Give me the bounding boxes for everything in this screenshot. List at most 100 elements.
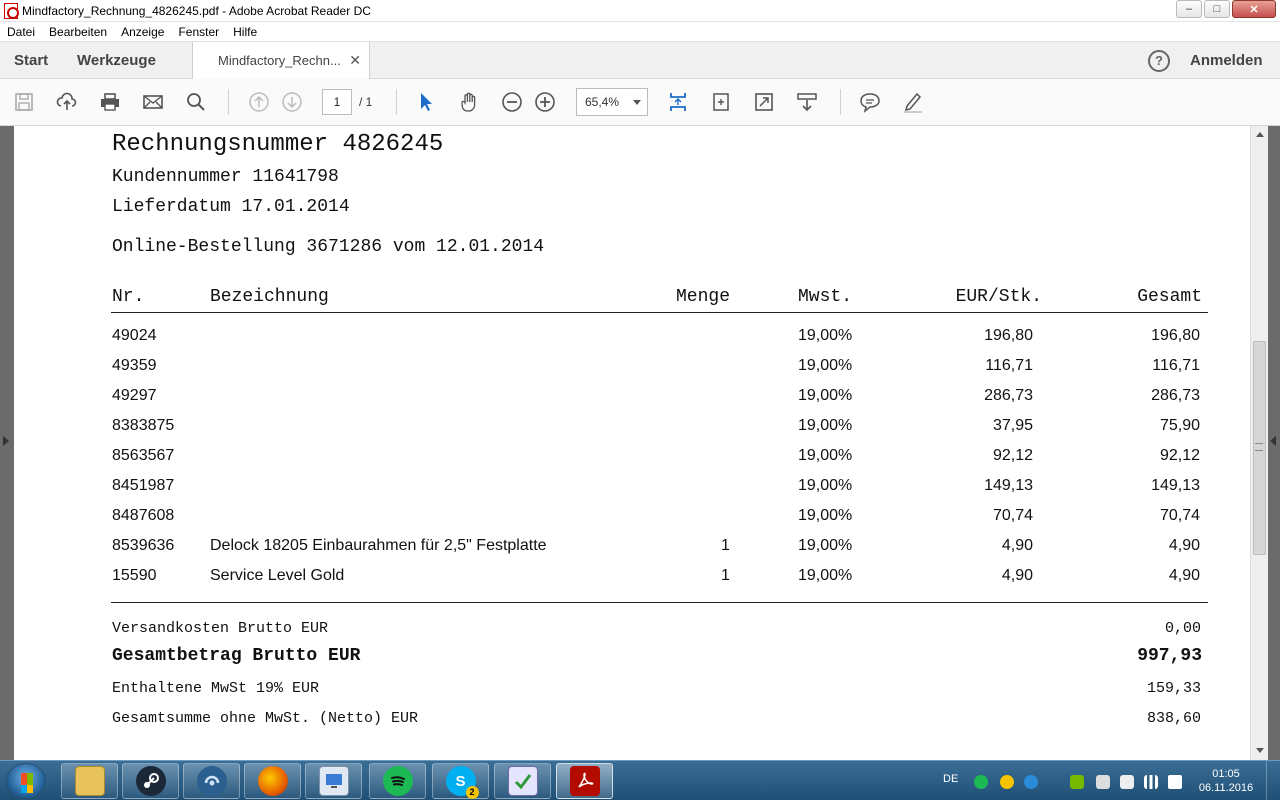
table-row: 8487608 19,00% 70,74 70,74 bbox=[14, 507, 1250, 529]
tab-tools[interactable]: Werkzeuge bbox=[77, 52, 156, 69]
help-icon[interactable]: ? bbox=[1148, 50, 1170, 72]
row-description: Delock 18205 Einbaurahmen für 2,5" Festp… bbox=[210, 537, 547, 554]
minimize-button[interactable]: – bbox=[1176, 0, 1202, 18]
row-unit-price: 286,73 bbox=[984, 387, 1033, 404]
taskbar-explorer[interactable] bbox=[61, 763, 118, 799]
menu-anzeige[interactable]: Anzeige bbox=[114, 25, 171, 39]
taskbar-remote-desktop[interactable] bbox=[305, 763, 362, 799]
previous-page-icon[interactable] bbox=[247, 90, 271, 114]
table-row: 15590 Service Level Gold 1 19,00% 4,90 4… bbox=[14, 567, 1250, 589]
zoom-out-icon[interactable] bbox=[500, 90, 524, 114]
highlight-pen-icon[interactable] bbox=[901, 90, 925, 114]
spotify-tray-icon[interactable] bbox=[974, 775, 988, 789]
language-indicator[interactable]: DE bbox=[943, 773, 958, 785]
menu-bearbeiten[interactable]: Bearbeiten bbox=[42, 25, 114, 39]
close-button[interactable]: ✕ bbox=[1232, 0, 1276, 18]
row-unit-price: 70,74 bbox=[992, 507, 1033, 524]
menu-fenster[interactable]: Fenster bbox=[171, 25, 226, 39]
scroll-up-icon[interactable] bbox=[1256, 132, 1264, 137]
taskbar-acrobat[interactable] bbox=[556, 763, 613, 799]
header-total: Gesamt bbox=[1137, 287, 1202, 307]
scroll-mode-icon[interactable] bbox=[795, 90, 819, 114]
row-nr: 15590 bbox=[112, 567, 157, 584]
vertical-scrollbar[interactable] bbox=[1250, 126, 1268, 760]
row-vat: 19,00% bbox=[798, 477, 853, 494]
row-nr: 8451987 bbox=[112, 477, 175, 494]
show-desktop-button[interactable] bbox=[1266, 761, 1280, 800]
row-total: 196,80 bbox=[1151, 327, 1200, 344]
tab-document[interactable]: Mindfactory_Rechn... ✕ bbox=[192, 42, 370, 79]
grand-total-label: Gesamtbetrag Brutto EUR bbox=[112, 646, 361, 666]
menu-datei[interactable]: Datei bbox=[0, 25, 42, 39]
teamspeak-icon bbox=[196, 766, 227, 796]
taskbar-spotify[interactable] bbox=[369, 763, 426, 799]
usb-device-icon[interactable] bbox=[1120, 775, 1134, 789]
row-total: 4,90 bbox=[1168, 567, 1200, 584]
vat-value: 159,33 bbox=[1146, 680, 1201, 697]
spotify-icon bbox=[382, 766, 413, 796]
shipping-value: 0,00 bbox=[1164, 620, 1201, 637]
grip-icon bbox=[1255, 443, 1263, 451]
row-unit-price: 37,95 bbox=[992, 417, 1033, 434]
scroll-down-icon[interactable] bbox=[1256, 748, 1264, 753]
save-icon[interactable] bbox=[12, 90, 36, 114]
row-vat: 19,00% bbox=[798, 567, 853, 584]
maximize-button[interactable]: □ bbox=[1204, 0, 1230, 18]
email-icon[interactable] bbox=[141, 90, 165, 114]
page-number-input[interactable]: 1 bbox=[322, 89, 352, 115]
select-cursor-icon[interactable] bbox=[414, 90, 438, 114]
window-title: Mindfactory_Rechnung_4826245.pdf - Adobe… bbox=[22, 3, 371, 18]
volume-icon[interactable] bbox=[1168, 775, 1182, 789]
taskbar-firefox[interactable] bbox=[244, 763, 301, 799]
rotate-icon[interactable] bbox=[709, 90, 733, 114]
network-error-icon[interactable] bbox=[1096, 775, 1110, 789]
skype-badge: 2 bbox=[465, 786, 479, 799]
chevron-down-icon[interactable] bbox=[633, 100, 641, 105]
taskbar-steam[interactable] bbox=[122, 763, 179, 799]
customer-number: Kundennummer 11641798 bbox=[112, 167, 339, 187]
comment-icon[interactable] bbox=[858, 90, 882, 114]
clock[interactable]: 01:05 06.11.2016 bbox=[1196, 767, 1256, 795]
nvidia-icon[interactable] bbox=[1070, 775, 1084, 789]
windows-logo-icon bbox=[21, 773, 33, 785]
skype-icon: S2 bbox=[445, 766, 479, 799]
signin-button[interactable]: Anmelden bbox=[1190, 52, 1263, 69]
row-total: 286,73 bbox=[1151, 387, 1200, 404]
tab-start[interactable]: Start bbox=[14, 52, 48, 69]
document-tab-label: Mindfactory_Rechn... bbox=[218, 53, 341, 68]
header-description: Bezeichnung bbox=[210, 287, 329, 307]
toolbar-separator bbox=[840, 89, 841, 115]
document-view[interactable]: Rechnungsnummer 4826245 Kundennummer 116… bbox=[0, 126, 1280, 760]
row-unit-price: 196,80 bbox=[984, 327, 1033, 344]
zoom-select[interactable]: 65,4% bbox=[576, 88, 648, 116]
taskbar-checklist[interactable] bbox=[494, 763, 551, 799]
skype-tray-icon[interactable] bbox=[1000, 775, 1014, 789]
signal-icon[interactable] bbox=[1144, 775, 1158, 789]
full-screen-icon[interactable] bbox=[752, 90, 776, 114]
row-vat: 19,00% bbox=[798, 387, 853, 404]
bluetooth-icon[interactable] bbox=[1048, 775, 1062, 789]
table-row: 49024 19,00% 196,80 196,80 bbox=[14, 327, 1250, 349]
row-quantity: 1 bbox=[721, 537, 730, 554]
print-icon[interactable] bbox=[98, 90, 122, 114]
menu-hilfe[interactable]: Hilfe bbox=[226, 25, 264, 39]
search-icon[interactable] bbox=[184, 90, 208, 114]
header-quantity: Menge bbox=[676, 287, 731, 307]
row-nr: 49024 bbox=[112, 327, 157, 344]
windows-logo-icon bbox=[21, 785, 33, 793]
fit-page-icon[interactable] bbox=[666, 90, 690, 114]
zoom-in-icon[interactable] bbox=[533, 90, 557, 114]
menu-bar: Datei Bearbeiten Anzeige Fenster Hilfe bbox=[0, 22, 1280, 42]
next-page-icon[interactable] bbox=[280, 90, 304, 114]
cloud-tray-icon[interactable] bbox=[1024, 775, 1038, 789]
right-panel-toggle-icon[interactable] bbox=[1270, 436, 1276, 446]
table-row: 49297 19,00% 286,73 286,73 bbox=[14, 387, 1250, 409]
taskbar-skype[interactable]: S2 bbox=[432, 763, 489, 799]
upload-cloud-icon[interactable] bbox=[55, 90, 79, 114]
taskbar-teamspeak[interactable] bbox=[183, 763, 240, 799]
close-tab-icon[interactable]: ✕ bbox=[349, 52, 361, 69]
hand-tool-icon[interactable] bbox=[458, 90, 482, 114]
left-panel-toggle-icon[interactable] bbox=[3, 436, 9, 446]
start-button[interactable] bbox=[6, 763, 46, 799]
row-vat: 19,00% bbox=[798, 507, 853, 524]
